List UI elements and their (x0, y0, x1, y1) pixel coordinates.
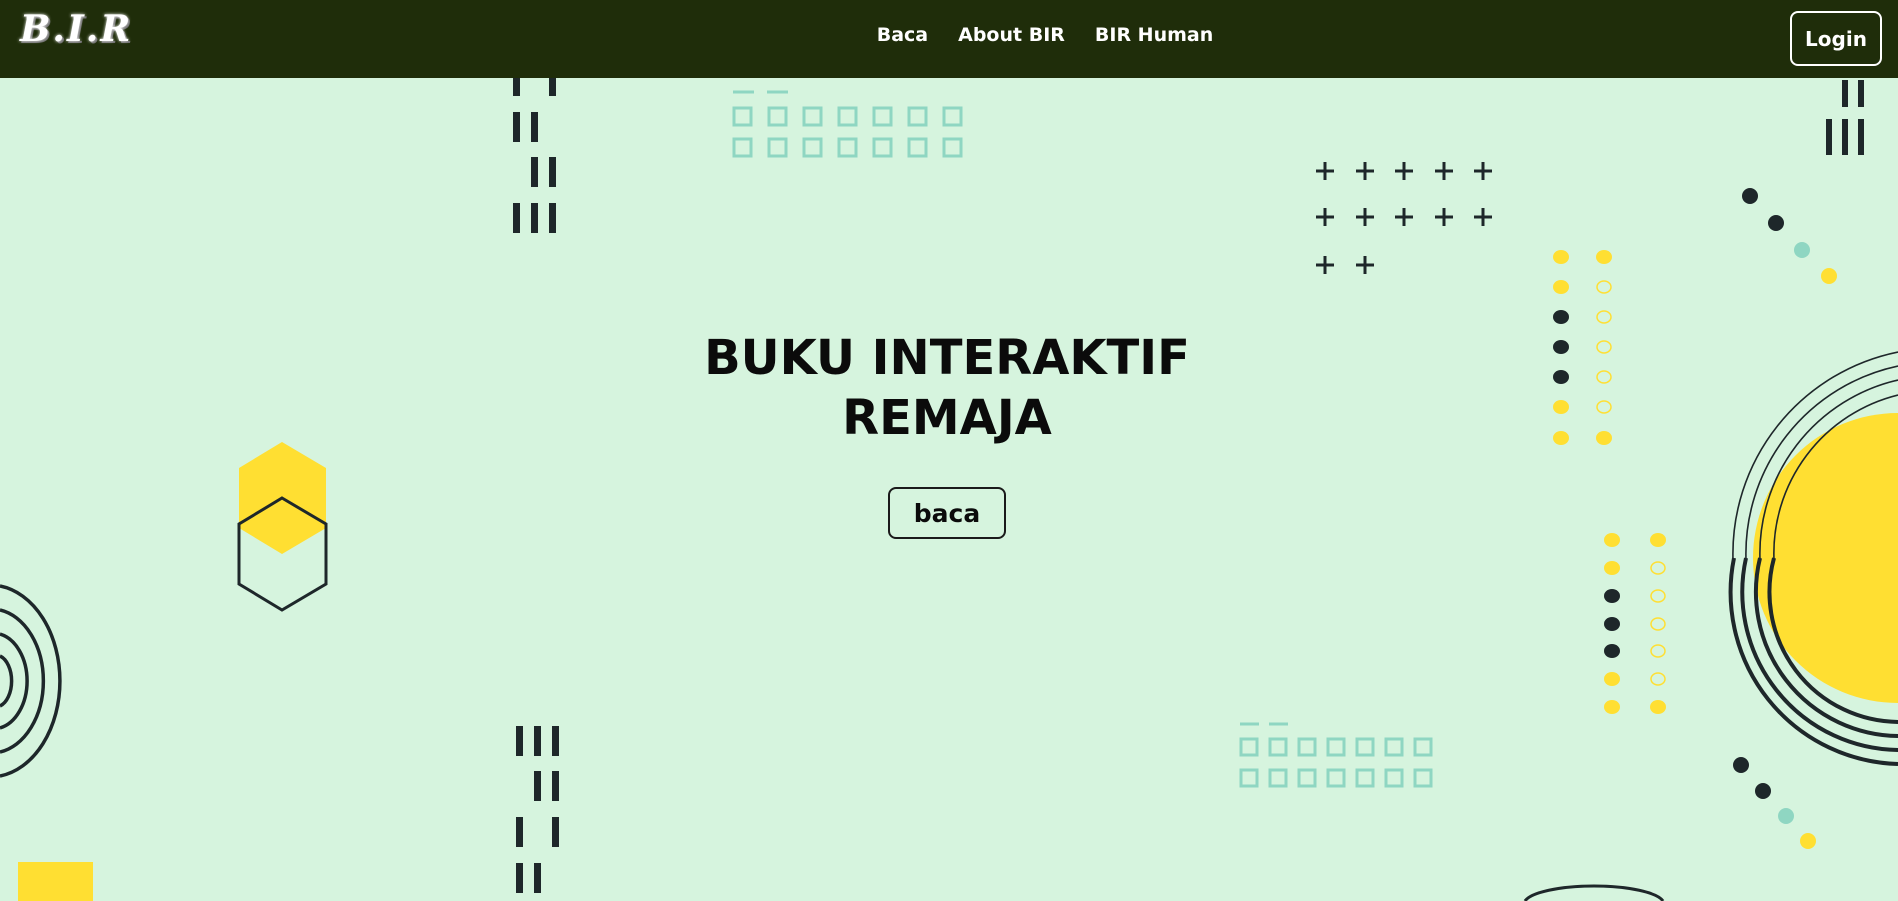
dash-bars-top-left (513, 78, 556, 233)
teal-squares-bottom (1239, 722, 1433, 788)
plus-grid (1316, 162, 1492, 274)
navbar: B.I.R Baca About BIR BIR Human Login (0, 0, 1898, 78)
diagonal-dots-top (1742, 188, 1837, 284)
concentric-arcs-left (0, 584, 62, 778)
login-button[interactable]: Login (1790, 11, 1882, 66)
nav-link-about-bir[interactable]: About BIR (958, 24, 1065, 46)
hero-title-line2: REMAJA (842, 390, 1052, 446)
diagonal-dots-bottom (1733, 757, 1816, 849)
dash-bars-bottom-left (516, 726, 559, 893)
hero-title-line1: BUKU INTERAKTIF (704, 330, 1190, 386)
dash-bars-top-right (1826, 80, 1864, 155)
nav-link-bir-human[interactable]: BIR Human (1095, 24, 1213, 46)
decorative-background (0, 78, 1898, 901)
yellow-square-bottom-left (18, 862, 93, 901)
dots-column-lower (1604, 533, 1666, 714)
teal-squares-top (732, 90, 963, 158)
hexagons (237, 442, 328, 612)
arc-bottom-center (1523, 884, 1665, 901)
concentric-arcs-right (1728, 351, 1898, 766)
nav-link-baca[interactable]: Baca (877, 24, 928, 46)
dots-column-upper (1553, 250, 1612, 445)
baca-button[interactable]: baca (888, 487, 1006, 539)
hero-title: BUKU INTERAKTIF REMAJA (647, 328, 1247, 448)
nav-links: Baca About BIR BIR Human (0, 24, 1898, 46)
